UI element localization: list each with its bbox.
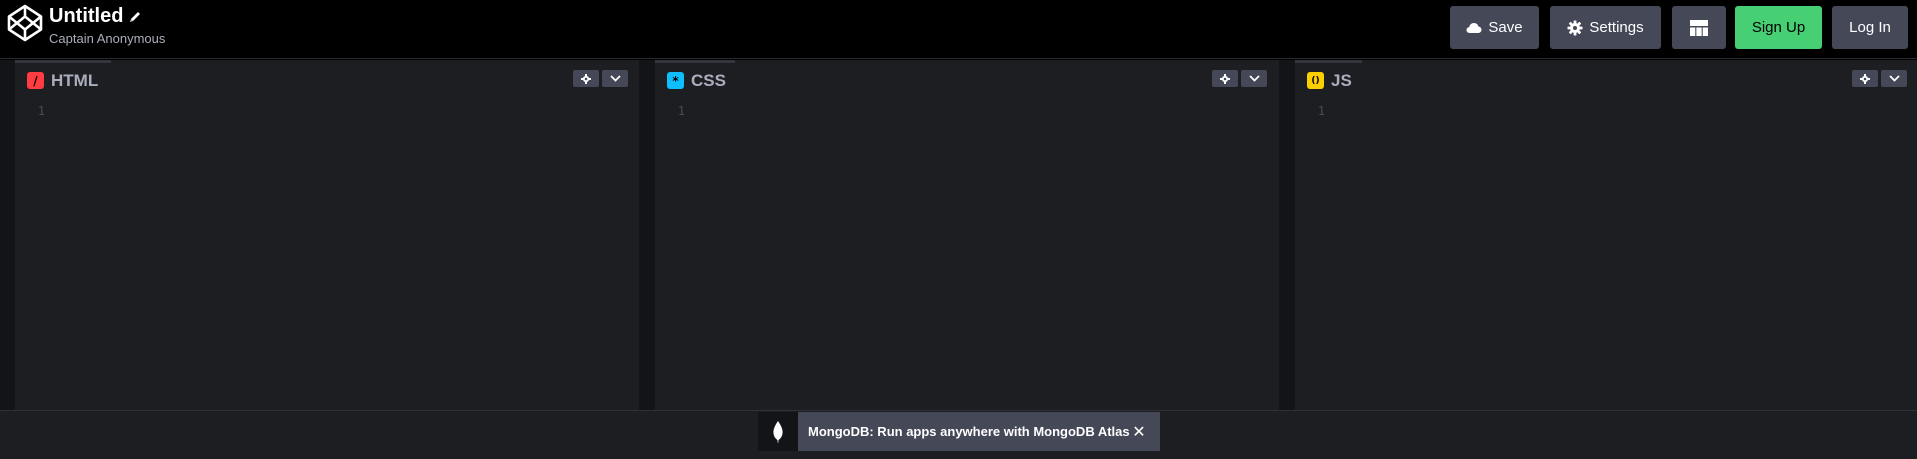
tab-js[interactable]: () JS [1295, 60, 1362, 98]
tab-html[interactable]: / HTML [15, 60, 111, 98]
gear-icon [1567, 20, 1583, 35]
js-editor-pane: () JS 1 [1295, 60, 1917, 410]
sign-up-button[interactable]: Sign Up [1735, 6, 1822, 49]
html-settings-button[interactable] [573, 70, 599, 87]
ad-banner[interactable]: MongoDB: Run apps anywhere with MongoDB … [798, 412, 1160, 451]
editor-area: / HTML 1 * CSS 1 () JS 1 [0, 60, 1917, 410]
mongodb-logo[interactable] [758, 412, 798, 451]
css-icon: * [667, 72, 684, 89]
html-code-area[interactable] [15, 98, 639, 410]
sign-up-label: Sign Up [1751, 19, 1806, 36]
pencil-edit-icon[interactable] [128, 10, 142, 24]
gear-icon [581, 73, 591, 84]
save-button[interactable]: Save [1450, 6, 1539, 49]
save-button-label: Save [1488, 19, 1523, 36]
cloud-icon [1466, 22, 1482, 33]
line-number: 1 [37, 104, 45, 118]
log-in-label: Log In [1849, 19, 1891, 36]
js-code-area[interactable] [1295, 98, 1917, 410]
left-resizer[interactable] [0, 60, 15, 410]
gear-icon [1220, 73, 1230, 84]
tab-html-label: HTML [51, 70, 99, 90]
html-editor-header: / HTML [15, 60, 639, 98]
chevron-down-icon [1248, 75, 1260, 82]
js-collapse-button[interactable] [1881, 70, 1907, 87]
log-in-button[interactable]: Log In [1832, 6, 1908, 49]
settings-button-label: Settings [1589, 19, 1644, 36]
js-icon: () [1307, 72, 1324, 89]
pen-title[interactable]: Untitled [49, 4, 123, 28]
top-header: Untitled Captain Anonymous Save Settings… [0, 0, 1917, 59]
close-icon[interactable]: ✕ [1130, 422, 1148, 441]
js-editor-header: () JS [1295, 60, 1917, 98]
css-collapse-button[interactable] [1241, 70, 1267, 87]
tab-js-label: JS [1331, 70, 1352, 90]
chevron-down-icon [609, 75, 621, 82]
leaf-icon [773, 420, 783, 443]
settings-button[interactable]: Settings [1550, 6, 1661, 49]
html-collapse-button[interactable] [602, 70, 628, 87]
css-settings-button[interactable] [1212, 70, 1238, 87]
html-editor-pane: / HTML 1 [15, 60, 639, 410]
line-number: 1 [1317, 104, 1325, 118]
resizer-css-js[interactable] [1279, 60, 1295, 410]
line-number: 1 [677, 104, 685, 118]
css-code-area[interactable] [655, 98, 1279, 410]
tab-css[interactable]: * CSS [655, 60, 735, 98]
js-settings-button[interactable] [1852, 70, 1878, 87]
css-editor-header: * CSS [655, 60, 1279, 98]
ad-text[interactable]: MongoDB: Run apps anywhere with MongoDB … [808, 424, 1130, 439]
pen-author[interactable]: Captain Anonymous [49, 31, 165, 47]
pen-title-area: Untitled Captain Anonymous [49, 4, 165, 47]
codepen-logo-icon[interactable] [6, 4, 44, 42]
tab-css-label: CSS [691, 70, 726, 90]
css-editor-pane: * CSS 1 [655, 60, 1279, 410]
change-view-button[interactable] [1672, 6, 1726, 49]
resizer-html-css[interactable] [639, 60, 655, 410]
gear-icon [1860, 73, 1870, 84]
layout-grid-icon [1690, 19, 1708, 36]
footer-ad-bar: MongoDB: Run apps anywhere with MongoDB … [0, 410, 1917, 459]
html-icon: / [27, 72, 44, 89]
chevron-down-icon [1888, 75, 1900, 82]
